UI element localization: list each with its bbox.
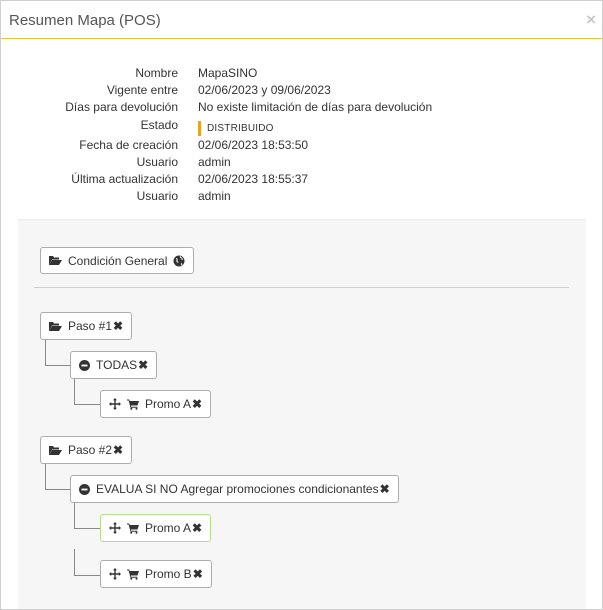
- info-row-usuario-actualizacion: Usuario admin: [1, 189, 561, 205]
- general-condition-button[interactable]: Condición General: [40, 247, 195, 274]
- step-label: Paso #1: [68, 319, 113, 333]
- folder-open-icon: [49, 321, 62, 332]
- status-badge: DISTRIBUIDO: [198, 121, 274, 136]
- tree-line: [45, 489, 70, 490]
- close-icon[interactable]: ×: [586, 11, 596, 28]
- step-2-button[interactable]: Paso #2 ✖: [40, 436, 133, 464]
- tree-line: [74, 379, 75, 404]
- step-1-button[interactable]: Paso #1 ✖: [40, 312, 133, 340]
- promo-label: Promo A: [145, 397, 192, 411]
- info-value: admin: [198, 155, 231, 169]
- move-icon: [109, 568, 121, 580]
- tree-line: [74, 549, 75, 575]
- info-value: No existe limitación de días para devolu…: [198, 100, 433, 114]
- info-label: Última actualización: [71, 172, 178, 186]
- move-icon: [109, 398, 121, 410]
- promo-label: Promo B: [145, 567, 192, 581]
- info-label: Fecha de creación: [79, 138, 178, 152]
- shopping-cart-icon: [127, 523, 139, 534]
- tree-line: [74, 528, 100, 529]
- remove-icon[interactable]: ✖: [192, 397, 202, 411]
- map-tree-panel: Condición General Paso #1 ✖ TODAS ✖ Prom…: [18, 219, 586, 609]
- folder-open-icon: [49, 255, 62, 266]
- step-2-condition-button[interactable]: EVALUA SI NO Agregar promociones condici…: [70, 475, 399, 503]
- remove-icon[interactable]: ✖: [192, 521, 202, 535]
- info-value: admin: [198, 189, 231, 203]
- modal-header: Resumen Mapa (POS) ×: [1, 1, 602, 39]
- info-label: Estado: [140, 118, 178, 132]
- condition-label: TODAS: [96, 358, 138, 372]
- remove-icon[interactable]: ✖: [113, 319, 123, 333]
- minus-circle-icon: [79, 359, 90, 371]
- info-row-dias-devolucion: Días para devolución No existe limitació…: [1, 100, 561, 116]
- info-label: Usuario: [136, 155, 178, 169]
- shopping-cart-icon: [127, 569, 139, 580]
- info-row-usuario-creacion: Usuario admin: [1, 155, 561, 171]
- info-value: MapaSINO: [198, 66, 258, 80]
- info-value: 02/06/2023 y 09/06/2023: [198, 83, 331, 97]
- promo-label: Promo A: [145, 521, 192, 535]
- tree-line: [45, 340, 46, 365]
- step-label: Paso #2: [68, 443, 113, 457]
- modal-title: Resumen Mapa (POS): [9, 12, 161, 29]
- info-label: Nombre: [135, 66, 178, 80]
- status-badge-wrap: DISTRIBUIDO: [198, 120, 274, 136]
- info-row-fecha-creacion: Fecha de creación 02/06/2023 18:53:50: [1, 138, 561, 154]
- info-row-vigencia: Vigente entre 02/06/2023 y 09/06/2023: [1, 83, 561, 99]
- remove-icon[interactable]: ✖: [113, 443, 123, 457]
- minus-circle-icon: [79, 483, 90, 495]
- step-1-condition-button[interactable]: TODAS ✖: [70, 351, 158, 379]
- step-2-promo-a-button[interactable]: Promo A ✖: [100, 514, 212, 542]
- shopping-cart-icon: [127, 399, 139, 410]
- info-value: 02/06/2023 18:53:50: [198, 138, 309, 152]
- info-row-nombre: Nombre MapaSINO: [1, 66, 561, 82]
- folder-open-icon: [49, 445, 62, 456]
- divider: [34, 287, 569, 288]
- tree-line: [74, 575, 100, 576]
- summary-modal: Resumen Mapa (POS) × Nombre MapaSINO Vig…: [0, 0, 603, 610]
- tree-line: [45, 365, 70, 366]
- condition-label: EVALUA SI NO Agregar promociones condici…: [96, 482, 379, 496]
- step-2-promo-b-button[interactable]: Promo B ✖: [100, 560, 212, 588]
- info-label: Usuario: [136, 189, 178, 203]
- remove-icon[interactable]: ✖: [193, 567, 203, 581]
- info-label: Días para devolución: [65, 100, 178, 114]
- tree-line: [74, 503, 75, 528]
- info-label: Vigente entre: [106, 83, 178, 97]
- move-icon: [109, 522, 121, 534]
- info-row-ultima-actualizacion: Última actualización 02/06/2023 18:55:37: [1, 172, 561, 188]
- remove-icon[interactable]: ✖: [138, 358, 148, 372]
- tree-line: [74, 404, 100, 405]
- general-condition-label: Condición General: [68, 253, 168, 268]
- info-row-estado: Estado DISTRIBUIDO: [1, 118, 561, 136]
- info-value: 02/06/2023 18:55:37: [198, 172, 309, 186]
- globe-icon: [173, 255, 185, 267]
- remove-icon[interactable]: ✖: [380, 482, 390, 496]
- tree-line: [45, 464, 46, 489]
- step-1-promo-a-button[interactable]: Promo A ✖: [100, 390, 212, 418]
